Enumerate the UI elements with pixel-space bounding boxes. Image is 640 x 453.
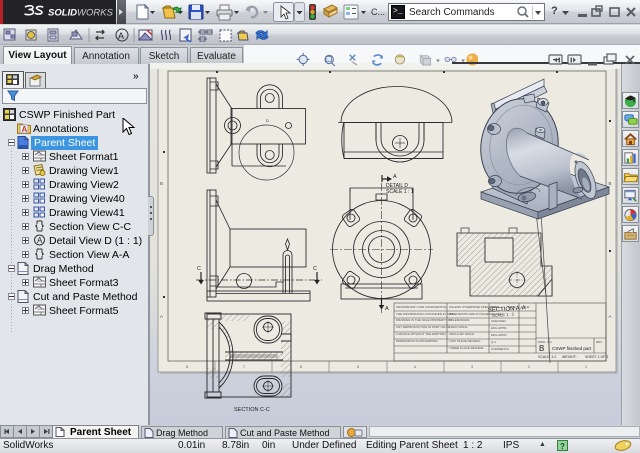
svg-text:CHECKED: CHECKED bbox=[491, 319, 507, 323]
svg-text:C: C bbox=[313, 266, 317, 272]
svg-text:B: B bbox=[539, 344, 544, 353]
svg-text:A: A bbox=[393, 174, 397, 180]
svg-text:SOLIDWORKS: SOLIDWORKS bbox=[48, 8, 114, 19]
svg-text:C: C bbox=[197, 266, 201, 272]
svg-text:A: A bbox=[37, 236, 43, 245]
svg-text:ENG APPR.: ENG APPR. bbox=[491, 326, 507, 330]
svg-text:ANGULAR: MACH: ANGULAR: MACH bbox=[449, 332, 474, 336]
svg-text:D: D bbox=[266, 118, 269, 123]
svg-text:THE INFORMATION CONTAINED IN T: THE INFORMATION CONTAINED IN THIS bbox=[396, 312, 453, 316]
svg-text:B: B bbox=[609, 181, 612, 186]
svg-text:WEIGHT:: WEIGHT: bbox=[562, 355, 577, 359]
svg-text:A: A bbox=[385, 306, 389, 312]
svg-text:DRAWING IS THE SOLE PROPERTY O: DRAWING IS THE SOLE PROPERTY OF bbox=[396, 318, 452, 322]
svg-text:A WHOLE WITHOUT THE WRITTEN: A WHOLE WITHOUT THE WRITTEN bbox=[396, 332, 446, 336]
svg-text:PROPRIETARY AND CONFIDENTIAL: PROPRIETARY AND CONFIDENTIAL bbox=[396, 305, 447, 309]
svg-text:NAME: NAME bbox=[491, 305, 500, 309]
svg-text:TITLE:: TITLE: bbox=[521, 305, 530, 309]
svg-text:B: B bbox=[160, 181, 163, 186]
svg-text:THREE PLACE DECIMAL: THREE PLACE DECIMAL bbox=[449, 346, 484, 350]
svg-text:TWO PLACE DECIMAL: TWO PLACE DECIMAL bbox=[449, 339, 481, 343]
svg-text:C...: C... bbox=[371, 7, 385, 17]
svg-text:DRAWN: DRAWN bbox=[491, 312, 502, 316]
svg-text:ANY REPRODUCTION IN PART OR AS: ANY REPRODUCTION IN PART OR AS bbox=[396, 325, 450, 329]
svg-text:SCALE: 1:2: SCALE: 1:2 bbox=[538, 355, 556, 359]
svg-text:DATE: DATE bbox=[508, 305, 516, 309]
svg-text:A: A bbox=[160, 314, 163, 319]
svg-text:CSWP finished part: CSWP finished part bbox=[552, 346, 592, 351]
svg-text:FRACTIONAL: FRACTIONAL bbox=[449, 325, 468, 329]
svg-text:SECTION C-C: SECTION C-C bbox=[234, 407, 270, 413]
svg-text:SHEET 1 OF 3: SHEET 1 OF 3 bbox=[585, 355, 608, 359]
svg-text:MFG APPR.: MFG APPR. bbox=[491, 333, 508, 337]
svg-text:A: A bbox=[22, 125, 28, 134]
svg-text:TOLERANCES:: TOLERANCES: bbox=[449, 318, 470, 322]
svg-text:SCALE 1 : 1: SCALE 1 : 1 bbox=[386, 189, 414, 195]
svg-text:A: A bbox=[118, 31, 124, 41]
svg-text:DIMENSIONS ARE IN INCHES: DIMENSIONS ARE IN INCHES bbox=[449, 312, 491, 316]
svg-text:REV: REV bbox=[596, 340, 602, 344]
svg-text:Q.A.: Q.A. bbox=[491, 340, 497, 344]
svg-text:COMMENTS:: COMMENTS: bbox=[491, 347, 509, 351]
svg-text:PERMISSION IS PROHIBITED.: PERMISSION IS PROHIBITED. bbox=[396, 339, 439, 343]
svg-text:A: A bbox=[609, 314, 612, 319]
